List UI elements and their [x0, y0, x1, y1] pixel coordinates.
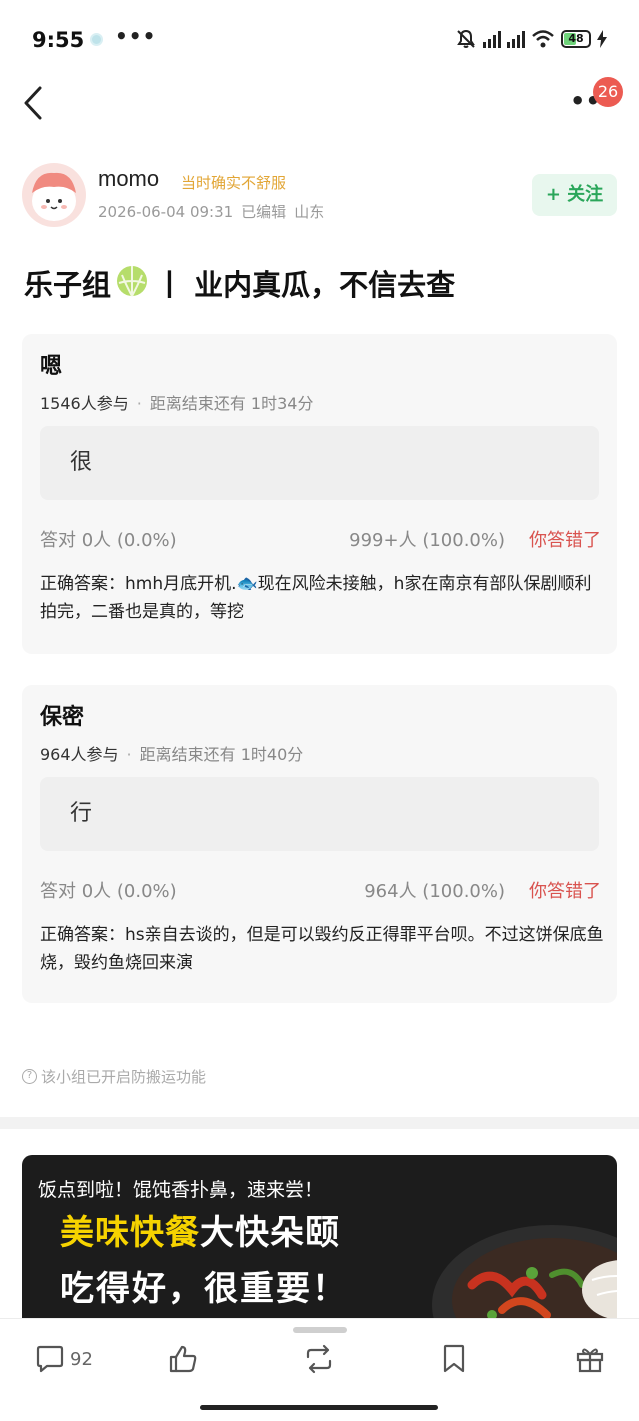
- repost-button[interactable]: [302, 1341, 336, 1377]
- wrong-stat: 999+人 (100.0%): [349, 530, 505, 551]
- follow-button[interactable]: + 关注: [532, 174, 617, 216]
- more-dots-icon: •••: [115, 24, 157, 48]
- food-dish-image: [432, 1225, 617, 1325]
- bookmark-icon: [443, 1344, 465, 1373]
- participant-count: 1546人参与: [40, 394, 129, 413]
- battery-level: 48: [568, 32, 584, 45]
- signal-icon: [483, 30, 501, 48]
- quiz-answer: 正确答案：hmh月底开机.🐟现在风险未接触，h家在南京有部队保剧顺利拍完，二番也…: [40, 574, 592, 622]
- wrong-stat: 964人 (100.0%): [364, 881, 505, 902]
- like-icon: [169, 1345, 197, 1373]
- wifi-icon: [532, 30, 554, 48]
- status-time: 9:55: [32, 28, 85, 52]
- quiz-title: 嗯: [40, 354, 63, 379]
- bottom-action-bar: 92: [0, 1318, 639, 1421]
- repost-icon: [306, 1344, 332, 1374]
- question-icon: ?: [22, 1069, 37, 1084]
- post-title-group: 乐子组: [24, 268, 112, 302]
- comment-icon: [36, 1345, 64, 1373]
- participant-count: 964人参与: [40, 745, 119, 764]
- avatar[interactable]: [22, 163, 86, 227]
- signal-icon: [507, 30, 525, 48]
- post-title-text: 丨 业内真瓜，不信去查: [155, 268, 456, 302]
- quiz-card: 嗯 1546人参与 · 距离结束还有 1时34分 很 答对 0人 (0.0%) 99…: [22, 334, 617, 654]
- quiz-title: 保密: [40, 705, 85, 730]
- ad-headline: 美味快餐大快朵颐: [60, 1205, 340, 1254]
- status-icons: 48: [455, 28, 607, 50]
- anti-repost-text: 该小组已开启防搬运功能: [41, 1068, 207, 1086]
- ad-slogan: 吃得好，很重要！: [60, 1269, 348, 1309]
- bookmark-button[interactable]: [440, 1341, 468, 1377]
- quiz-countdown: 距离结束还有 1时40分: [139, 745, 304, 764]
- comment-count: 92: [70, 1348, 93, 1370]
- like-button[interactable]: [167, 1341, 199, 1377]
- quiz-meta: 964人参与 · 距离结束还有 1时40分: [40, 745, 304, 764]
- post-date: 2026-06-04 09:31: [98, 203, 234, 221]
- chevron-left-icon: [24, 86, 42, 120]
- location-label: 山东: [294, 203, 325, 221]
- quiz-meta: 1546人参与 · 距离结束还有 1时34分: [40, 394, 314, 413]
- author-tag: 当时确实不舒服: [181, 174, 287, 192]
- quiz-option[interactable]: 行: [40, 777, 599, 851]
- gift-button[interactable]: [574, 1341, 606, 1377]
- post-meta: 2026-06-04 09:31 已编辑 山东: [98, 201, 332, 222]
- comment-button[interactable]: 92: [34, 1341, 93, 1377]
- edited-label: 已编辑: [241, 203, 287, 221]
- battery-icon: 48: [561, 30, 591, 48]
- ad-headline-rest: 大快朵颐: [200, 1213, 340, 1253]
- quiz-verdict: 你答错了: [529, 530, 601, 551]
- notification-dot-icon: [90, 33, 103, 46]
- anti-repost-notice: ? 该小组已开启防搬运功能: [22, 1066, 206, 1087]
- avatar-image: [32, 172, 76, 221]
- quiz-card: 保密 964人参与 · 距离结束还有 1时40分 行 答对 0人 (0.0%) 96…: [22, 685, 617, 1003]
- author-name[interactable]: momo: [98, 166, 159, 192]
- gift-icon: [576, 1348, 604, 1373]
- ad-banner[interactable]: 饭点到啦！馄饨香扑鼻，速来尝！ 美味快餐大快朵颐 吃得好，很重要！: [22, 1155, 617, 1325]
- section-divider: [0, 1117, 639, 1129]
- post-title: 乐子组 丨 业内真瓜，不信去查: [24, 262, 455, 304]
- quiz-countdown: 距离结束还有 1时34分: [149, 394, 314, 413]
- status-bar: 9:55 ••• 48: [0, 0, 639, 80]
- ad-headline-highlight: 美味快餐: [60, 1213, 200, 1253]
- ad-subtitle: 饭点到啦！馄饨香扑鼻，速来尝！: [38, 1179, 324, 1201]
- correct-stat: 答对 0人 (0.0%): [40, 881, 177, 902]
- quiz-verdict: 你答错了: [529, 881, 601, 902]
- melon-icon: [115, 263, 149, 304]
- drag-handle[interactable]: [293, 1327, 347, 1333]
- quiz-option[interactable]: 很: [40, 426, 599, 500]
- back-button[interactable]: [18, 82, 58, 122]
- home-indicator[interactable]: [200, 1405, 438, 1410]
- mute-icon: [457, 29, 475, 48]
- charging-icon: [597, 30, 607, 48]
- quiz-answer: 正确答案：hs亲自去谈的，但是可以毁约反正得罪平台呗。不过这饼保底鱼烧，毁约鱼烧…: [40, 925, 604, 973]
- correct-stat: 答对 0人 (0.0%): [40, 530, 177, 551]
- notification-badge: 26: [593, 77, 623, 107]
